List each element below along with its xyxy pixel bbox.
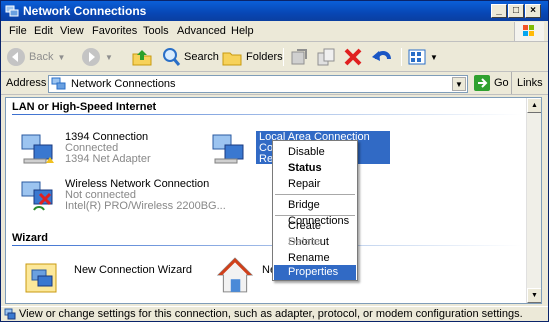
menu-item-repair[interactable]: Repair [274,176,356,192]
scroll-up-button[interactable]: ▲ [527,98,541,113]
scroll-down-button[interactable]: ▼ [527,288,541,303]
connection-wireless[interactable]: Wireless Network Connection Not connecte… [20,178,240,214]
window-title: Network Connections [23,4,147,18]
folders-label: Folders [246,51,283,63]
menu-separator [275,194,355,195]
address-label: Address [6,77,47,89]
move-to-button[interactable] [289,47,309,67]
views-icon [408,49,426,65]
wizard-label: New Connection Wizard [74,264,192,276]
copy-to-icon [317,48,335,66]
status-text: View or change settings for this connect… [19,308,523,320]
connection-device: Intel(R) PRO/Wireless 2200BG... [65,200,226,212]
toolbar-separator [283,48,284,66]
network-connections-icon [51,77,66,90]
address-value: Network Connections [71,78,176,90]
menu-help[interactable]: Help [231,25,254,37]
folders-button[interactable]: Folders [221,47,283,67]
menu-edit[interactable]: Edit [34,25,53,37]
up-folder-icon [132,50,152,66]
search-label: Search [184,51,219,63]
menu-item-status[interactable]: Status [274,160,356,176]
windows-logo [514,22,544,41]
menu-advanced[interactable]: Advanced [177,25,226,37]
menu-favorites[interactable]: Favorites [92,25,137,37]
move-to-icon [291,49,307,65]
search-button[interactable]: Search [161,47,219,67]
connection-1394[interactable]: 1394 Connection Connected 1394 Net Adapt… [20,131,220,167]
wizard-icon [25,263,57,293]
views-button[interactable]: ▼ [407,47,438,67]
go-arrow-icon [474,75,490,91]
title-bar[interactable]: Network Connections _ □ × [1,1,548,21]
delete-x-icon [344,48,362,66]
network-computer-icon [212,134,244,164]
menu-separator [275,215,355,216]
folders-icon [222,52,242,66]
delete-button[interactable] [343,47,363,67]
back-label: Back [29,51,54,63]
connection-device: 1394 Net Adapter [65,153,151,165]
undo-icon [372,51,391,61]
back-button[interactable]: Back ▼ [6,47,65,67]
menu-tools[interactable]: Tools [143,25,169,37]
forward-arrow-icon [82,48,100,66]
group-divider [12,114,522,115]
close-button[interactable]: × [525,4,541,18]
search-icon [163,48,181,66]
group-divider [12,245,522,246]
minimize-button[interactable]: _ [491,4,507,18]
menu-item-disable[interactable]: Disable [274,144,356,160]
network-connections-icon [5,5,19,17]
vertical-scrollbar[interactable]: ▲ ▼ [526,98,541,303]
undo-button[interactable] [371,47,393,67]
home-network-icon [216,257,254,293]
context-menu: Disable Status Repair Bridge Connections… [272,140,358,281]
group-header-wizard: Wizard [12,232,48,244]
address-field[interactable]: Network Connections ▼ [48,75,468,93]
back-arrow-icon [7,48,25,66]
toolbar: Back ▼ ▼ Search Folders ▼ [1,42,548,72]
links-button[interactable]: Links [517,77,543,89]
go-button[interactable]: Go [474,75,509,91]
maximize-button[interactable]: □ [508,4,524,18]
menu-item-properties[interactable]: Properties [274,265,356,280]
menu-item-delete: Delete [288,236,320,248]
go-label: Go [494,77,509,89]
menu-item-rename[interactable]: Rename [274,250,356,266]
up-button[interactable] [131,47,153,67]
menu-view[interactable]: View [60,25,84,37]
address-separator [511,72,512,94]
address-bar: Address Network Connections ▼ Go Links [1,72,548,95]
network-computer-icon [21,134,54,164]
menu-bar: File Edit View Favorites Tools Advanced … [1,21,548,42]
menu-file[interactable]: File [9,25,27,37]
menu-item-bridge-connections[interactable]: Bridge Connections [274,197,356,227]
menu-item-create-shortcut[interactable]: Create Shortcut [274,218,356,248]
status-bar: View or change settings for this connect… [1,306,548,321]
toolbar-separator [401,48,402,66]
group-header-lan: LAN or High-Speed Internet [12,101,157,113]
info-icon [4,308,16,320]
windows-flag-icon [523,25,534,36]
window: Network Connections _ □ × File Edit View… [0,0,549,322]
wireless-icon [21,181,53,211]
forward-button[interactable]: ▼ [81,47,113,67]
copy-to-button[interactable] [316,47,336,67]
new-connection-wizard[interactable]: New Connection Wizard [24,260,204,296]
address-dropdown-button[interactable]: ▼ [452,77,466,91]
